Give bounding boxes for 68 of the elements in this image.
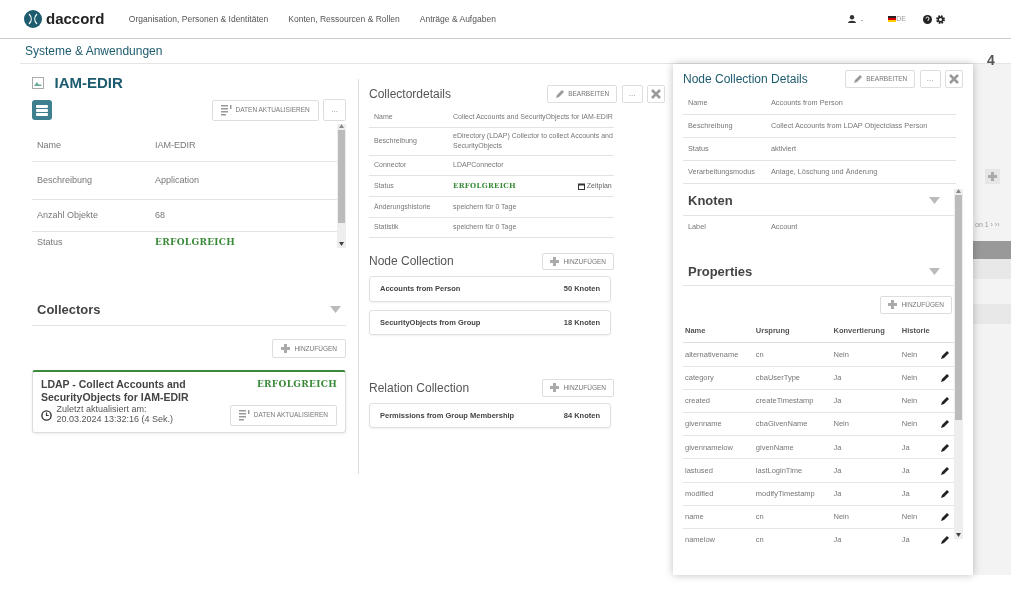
menu-button[interactable] bbox=[32, 100, 52, 120]
table-header-bar bbox=[973, 241, 1011, 259]
plus-icon bbox=[281, 343, 291, 353]
nav-link[interactable]: Konten, Ressourcen & Rollen bbox=[288, 12, 400, 26]
pencil-icon[interactable] bbox=[941, 490, 950, 499]
updated-label: Zuletzt aktualisiert am: bbox=[56, 405, 148, 415]
scroll-up-icon[interactable] bbox=[956, 189, 961, 193]
system-name: IAM-EDIR bbox=[54, 73, 123, 93]
scrollbar[interactable] bbox=[337, 124, 346, 248]
field-value: 68 bbox=[155, 208, 165, 222]
pencil-icon[interactable] bbox=[941, 536, 950, 545]
calendar-icon bbox=[577, 182, 585, 190]
section-title: Relation Collection bbox=[369, 379, 470, 397]
section-title: Collectors bbox=[37, 301, 101, 319]
field-value: IAM-EDIR bbox=[155, 138, 196, 152]
plus-icon bbox=[988, 172, 997, 181]
flag-icon[interactable] bbox=[887, 16, 896, 22]
status-text: ERFOLGREICH bbox=[256, 378, 337, 392]
logo-icon bbox=[24, 10, 42, 28]
settings-icon[interactable] bbox=[936, 14, 945, 24]
pencil-icon[interactable] bbox=[941, 513, 950, 522]
clock-icon bbox=[41, 409, 52, 421]
nav-link[interactable]: Anträge & Aufgaben bbox=[419, 12, 496, 26]
help-icon[interactable] bbox=[922, 14, 932, 24]
pencil-icon bbox=[555, 89, 565, 99]
section-title: Properties bbox=[688, 262, 753, 281]
close-button[interactable] bbox=[945, 70, 963, 88]
scroll-down-icon[interactable] bbox=[339, 242, 344, 246]
pencil-icon[interactable] bbox=[941, 350, 950, 359]
field-label: Beschreibung bbox=[36, 173, 94, 187]
list-icon bbox=[220, 104, 232, 116]
updated-time: 20.03.2024 13:32:16 (4 Sek.) bbox=[56, 415, 174, 425]
section-title: Knoten bbox=[688, 192, 733, 210]
field-label: Status bbox=[36, 236, 64, 250]
collector-title: LDAP - Collect Accounts and SecurityObjects for IAM-EDIR bbox=[41, 378, 190, 405]
plus-icon bbox=[550, 383, 560, 393]
status-text: ERFOLGREICH bbox=[155, 236, 236, 250]
pencil-icon[interactable] bbox=[941, 420, 950, 429]
panel-title: Node Collection Details bbox=[683, 71, 808, 88]
field-label: Anzahl Objekte bbox=[36, 208, 100, 222]
nav-link[interactable]: Organisation, Personen & Identitäten bbox=[128, 12, 269, 26]
panel-title: Collectordetails bbox=[369, 86, 452, 103]
close-button[interactable] bbox=[647, 85, 665, 103]
user-name[interactable]: . bbox=[860, 12, 864, 26]
broken-image-icon bbox=[32, 77, 44, 90]
close-icon bbox=[651, 89, 661, 99]
pencil-icon[interactable] bbox=[941, 397, 950, 406]
scrollbar[interactable] bbox=[954, 189, 963, 539]
section-title: Node Collection bbox=[369, 253, 454, 271]
plus-icon bbox=[888, 300, 898, 310]
list-icon bbox=[238, 409, 250, 421]
brand-name[interactable]: daccord bbox=[46, 7, 105, 31]
more-button[interactable]: ... bbox=[919, 70, 941, 88]
user-icon[interactable] bbox=[848, 15, 857, 23]
pencil-icon[interactable] bbox=[941, 374, 950, 383]
plus-icon bbox=[550, 256, 560, 266]
pencil-icon bbox=[853, 74, 863, 84]
pencil-icon[interactable] bbox=[941, 466, 950, 475]
pencil-icon[interactable] bbox=[941, 443, 950, 452]
object-count: 4 bbox=[987, 51, 995, 70]
field-label: Name bbox=[36, 138, 62, 152]
menu-icon bbox=[36, 104, 48, 116]
more-button[interactable]: ... bbox=[323, 99, 346, 121]
field-value: Application bbox=[155, 173, 200, 187]
close-icon bbox=[949, 74, 959, 84]
scroll-down-icon[interactable] bbox=[956, 533, 961, 537]
scroll-up-icon[interactable] bbox=[339, 124, 344, 128]
more-button[interactable]: ... bbox=[621, 85, 643, 103]
